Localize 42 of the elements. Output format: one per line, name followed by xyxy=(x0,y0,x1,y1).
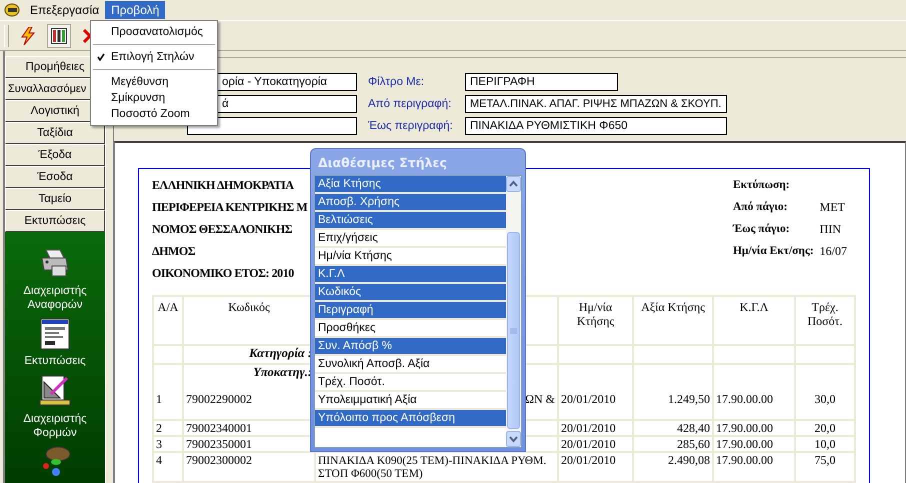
table-cell: 75,0 xyxy=(795,452,855,482)
column-header: Αξία Κτήσης xyxy=(633,296,713,345)
report-heading: ΕΛΛΗΝΙΚΗ ΔΗΜΟΚΡΑΤΙΑ xyxy=(152,178,294,192)
info-label: Έως πάγιο: xyxy=(732,222,790,236)
table-cell: 20,0 xyxy=(795,420,855,436)
table-cell: 17.90.00.00 xyxy=(713,452,795,482)
table-cell: 4 xyxy=(153,452,183,482)
table-cell: 428,40 xyxy=(633,420,713,436)
report-heading: ΝΟΜΟΣ ΘΕΣΣΑΛΟΝΙΚΗΣ xyxy=(152,222,292,236)
filter-label: Από περιγραφή: xyxy=(368,97,452,112)
info-value: ΠΙΝ xyxy=(820,222,841,236)
table-cell: 1.249,50 xyxy=(633,379,713,420)
table-cell: 1 xyxy=(153,379,183,420)
table-cell: 20/01/2010 xyxy=(558,436,633,452)
table-cell: 2.490,08 xyxy=(633,452,713,482)
table-cell: 2 xyxy=(153,420,183,436)
report-heading: ΔΗΜΟΣ xyxy=(152,244,196,258)
info-value: 16/07 xyxy=(820,244,847,258)
table-cell: 20/01/2010 xyxy=(558,379,633,420)
column-header: Ημ/νία Κτήσης xyxy=(558,296,633,345)
table-cell: 10,0 xyxy=(795,436,855,452)
table-cell: 285,60 xyxy=(633,436,713,452)
info-label: Ημ/νία Εκτ/σης: xyxy=(732,244,814,258)
report-heading: ΟΙΚΟΝΟΜΙΚΟ ΕΤΟΣ: 2010 xyxy=(152,266,294,280)
info-value: ΜΕΤ xyxy=(820,200,845,214)
table-cell: 30,0 xyxy=(795,379,855,420)
info-label: Από πάγιο: xyxy=(732,200,788,214)
report-heading: ΠΕΡΙΦΕΡΕΙΑ ΚΕΝΤΡΙΚΗΣ Μ xyxy=(152,200,308,214)
column-header: Α/Α xyxy=(153,296,183,345)
table-cell: 3 xyxy=(153,436,183,452)
table-cell: 20/01/2010 xyxy=(558,420,633,436)
filter-label: Φίλτρο Με: xyxy=(368,75,426,90)
table-cell: 17.90.00.00 xyxy=(713,420,795,436)
column-header: Κ.Γ.Λ xyxy=(713,296,795,345)
column-header: Τρέχ. Ποσότ. xyxy=(795,296,855,345)
table-cell: 20/01/2010 xyxy=(558,452,633,482)
info-label: Εκτύπωση: xyxy=(732,178,790,192)
table-cell: 17.90.00.00 xyxy=(713,379,795,420)
table-cell: 79002300002 xyxy=(183,452,315,482)
filter-label: Έως περιγραφή: xyxy=(368,119,454,134)
dialog-title: Διαθέσιμες Στήλες xyxy=(317,154,448,172)
table-cell: 17.90.00.00 xyxy=(713,436,795,452)
